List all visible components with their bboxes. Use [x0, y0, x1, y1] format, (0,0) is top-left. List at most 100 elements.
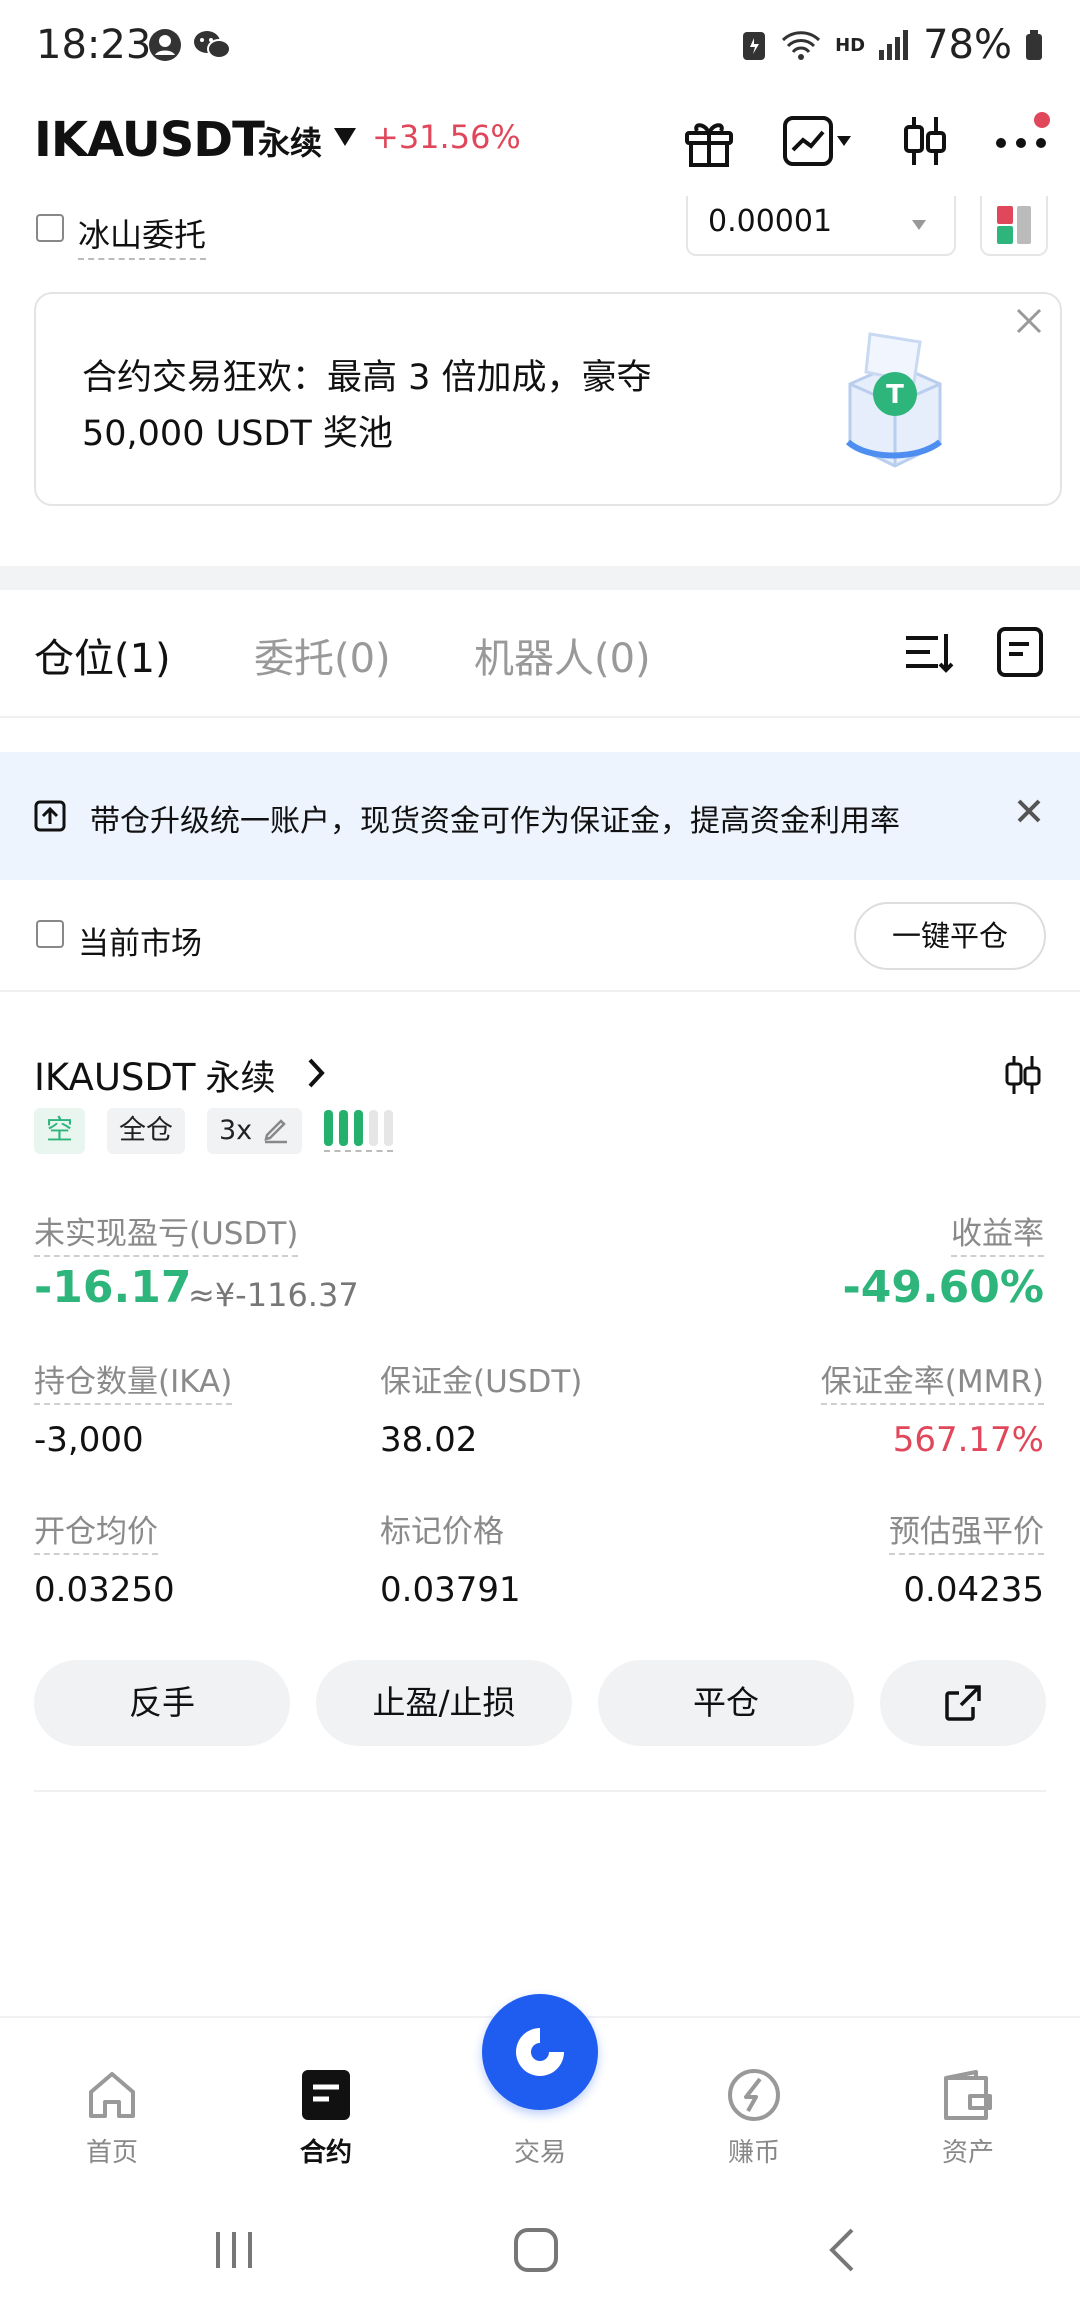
trend-chart-icon: [783, 116, 833, 166]
upgrade-text: 带仓升级统一账户，现货资金可作为保证金，提高资金利用率: [90, 804, 900, 839]
caret-down-icon[interactable]: [332, 126, 358, 148]
liquidation-price-label[interactable]: 预估强平价: [889, 1506, 1044, 1555]
share-icon: [945, 1685, 981, 1721]
risk-bar: [384, 1110, 394, 1146]
tpsl-button[interactable]: 止盈/止损: [316, 1660, 572, 1746]
roe-label[interactable]: 收益率: [951, 1208, 1044, 1257]
system-nav: [0, 2186, 1080, 2316]
nav-home-label: 首页: [85, 2138, 138, 2168]
status-bar: 18:23 HD 78%: [0, 0, 1080, 96]
nav-home[interactable]: 首页: [42, 2064, 182, 2169]
caret-down-icon: [837, 136, 851, 146]
candlestick-icon: [904, 117, 946, 165]
home-button-icon[interactable]: [512, 2226, 560, 2274]
battery-icon: [1026, 30, 1042, 60]
candlestick-icon[interactable]: [1002, 1052, 1044, 1098]
upgrade-icon: [34, 800, 66, 832]
risk-bar: [354, 1110, 364, 1146]
upgrade-notice[interactable]: 带仓升级统一账户，现货资金可作为保证金，提高资金利用率: [0, 752, 1080, 880]
caret-down-icon: [912, 220, 926, 230]
nav-earn[interactable]: 赚币: [684, 2064, 824, 2169]
order-history-icon[interactable]: [996, 626, 1044, 678]
notification-dot: [1034, 112, 1050, 128]
nav-assets-label: 资产: [941, 2138, 994, 2168]
chart-menu-button[interactable]: [772, 108, 862, 174]
gift-icon: [685, 123, 733, 167]
back-icon[interactable]: [820, 2226, 868, 2274]
position-pair: IKAUSDT: [34, 1056, 196, 1099]
trade-logo-icon: [516, 2028, 564, 2076]
hd-indicator: HD: [835, 34, 866, 56]
tab-orders[interactable]: 委托(0): [254, 626, 391, 684]
pair-symbol[interactable]: IKAUSDT: [34, 112, 265, 168]
position-title[interactable]: IKAUSDT 永续: [34, 1050, 276, 1101]
tab-bots[interactable]: 机器人(0): [474, 626, 651, 684]
mark-price-value: 0.03791: [380, 1570, 521, 1610]
close-icon[interactable]: [1012, 304, 1046, 338]
close-position-button[interactable]: 平仓: [598, 1660, 854, 1746]
battery-percent: 78%: [923, 22, 1012, 68]
position-tabs: 仓位(1) 委托(0) 机器人(0): [0, 590, 1080, 718]
nav-assets[interactable]: 资产: [898, 2064, 1038, 2169]
position-actions: 反手 止盈/止损 平仓: [34, 1660, 1046, 1746]
margin-label: 保证金(USDT): [380, 1364, 583, 1400]
wechat-icon: [194, 31, 231, 59]
recent-apps-icon[interactable]: [210, 2226, 258, 2274]
entry-price-value: 0.03250: [34, 1570, 175, 1610]
reverse-button[interactable]: 反手: [34, 1660, 290, 1746]
iceberg-checkbox[interactable]: [36, 214, 64, 242]
price-precision-select[interactable]: 0.00001: [686, 196, 956, 256]
prize-box-icon: T: [845, 332, 942, 468]
more-button[interactable]: [988, 108, 1054, 174]
nav-futures[interactable]: 合约: [256, 2064, 396, 2169]
promo-banner[interactable]: 合约交易狂欢：最高 3 倍加成，豪夺 50,000 USDT 奖池 T: [34, 292, 1062, 506]
mark-price-label: 标记价格: [380, 1514, 504, 1550]
wallet-icon: [944, 2070, 992, 2120]
roe-value: -49.60%: [842, 1262, 1044, 1313]
contract-type[interactable]: 永续: [258, 118, 322, 164]
gift-button[interactable]: [676, 108, 742, 174]
risk-level-indicator[interactable]: [324, 1110, 394, 1152]
banner-line-2: 50,000 USDT 奖池: [82, 414, 393, 454]
nav-trade[interactable]: 交易: [470, 2132, 610, 2169]
entry-price-label[interactable]: 开仓均价: [34, 1506, 158, 1555]
risk-bar: [339, 1110, 349, 1146]
share-button[interactable]: [880, 1660, 1046, 1746]
card-divider: [34, 1790, 1046, 1792]
tab-positions[interactable]: 仓位(1): [34, 626, 171, 684]
orderbook-layout-icon: [997, 206, 1031, 244]
unrealized-pnl-value: -16.17: [34, 1262, 192, 1313]
close-icon[interactable]: [1014, 796, 1044, 826]
futures-icon: [302, 2070, 350, 2120]
account-icon: [149, 29, 181, 61]
battery-saver-icon: [743, 32, 766, 60]
current-market-label[interactable]: 当前市场: [78, 918, 202, 963]
chevron-right-icon[interactable]: [304, 1056, 328, 1090]
nav-trade-label: 交易: [513, 2138, 566, 2168]
orderbook-layout-button[interactable]: [980, 196, 1048, 256]
price-change: +31.56%: [372, 118, 521, 156]
mmr-label[interactable]: 保证金率(MMR): [820, 1356, 1044, 1405]
current-market-checkbox[interactable]: [36, 920, 64, 948]
position-size-label[interactable]: 持仓数量(IKA): [34, 1356, 233, 1405]
margin-value: 38.02: [380, 1420, 478, 1460]
bottom-nav: 首页 合约 交易 赚币 资产: [0, 1994, 1080, 2186]
risk-bar: [369, 1110, 379, 1146]
sort-icon[interactable]: [902, 626, 954, 678]
candlestick-button[interactable]: [892, 108, 958, 174]
leverage-badge[interactable]: 3x: [207, 1108, 303, 1154]
nav-futures-label: 合约: [299, 2138, 352, 2168]
unrealized-pnl-label[interactable]: 未实现盈亏(USDT): [34, 1208, 299, 1257]
section-divider: [0, 566, 1080, 590]
price-precision-value: 0.00001: [708, 204, 833, 239]
trade-button[interactable]: [482, 1994, 598, 2110]
signal-icon: [879, 30, 909, 60]
banner-line-1: 合约交易狂欢：最高 3 倍加成，豪夺: [82, 358, 652, 398]
wifi-icon: [782, 31, 821, 60]
iceberg-order-label[interactable]: 冰山委托: [78, 210, 207, 260]
liquidation-price-value: 0.04235: [903, 1570, 1044, 1610]
close-all-button[interactable]: 一键平仓: [854, 902, 1046, 970]
svg-text:T: T: [886, 380, 904, 410]
order-options-row: 冰山委托 0.00001: [0, 196, 1080, 276]
earn-icon: [728, 2069, 780, 2121]
